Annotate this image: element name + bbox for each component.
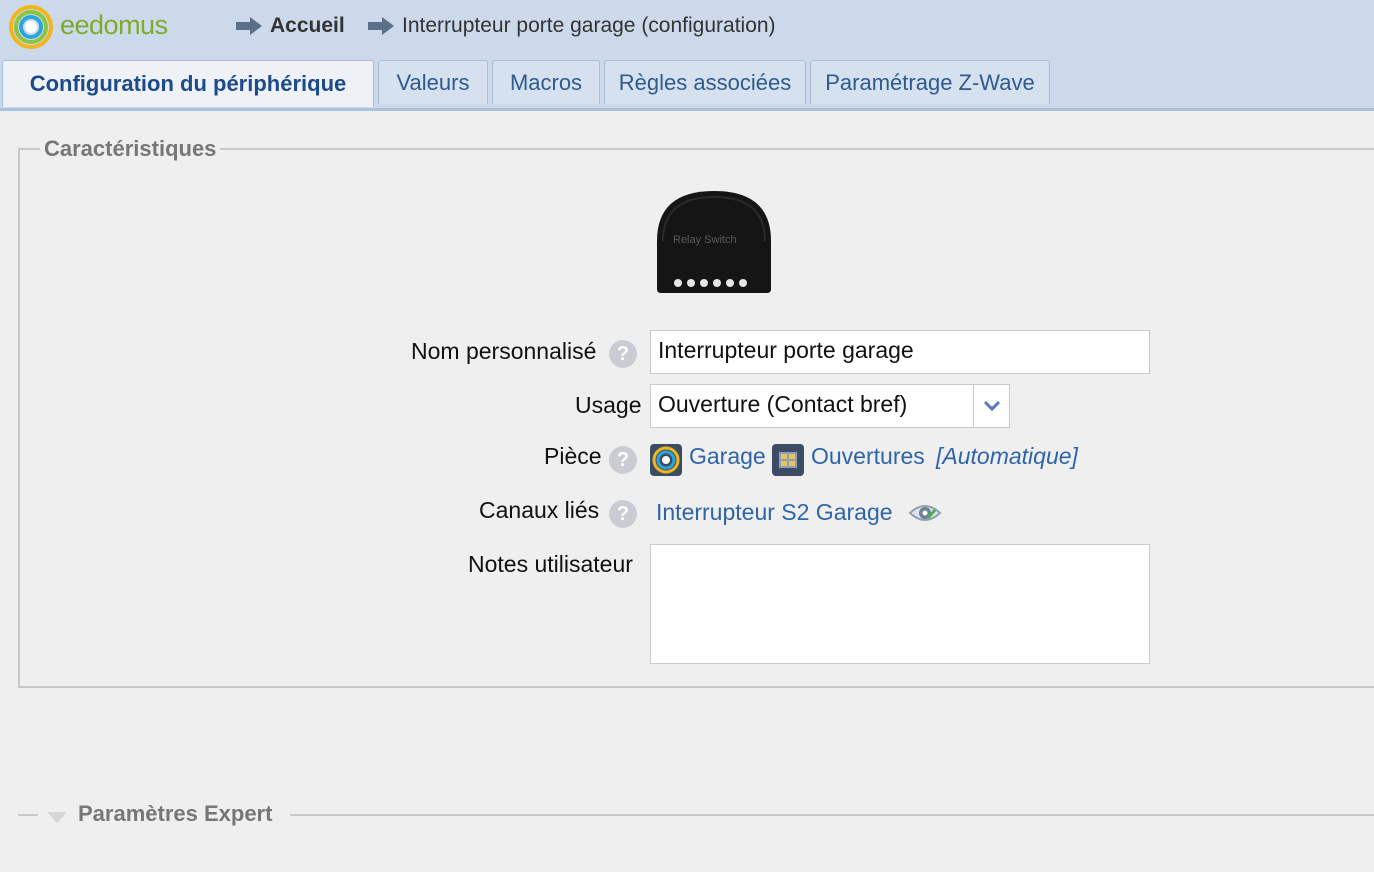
logo-text[interactable]: eedomus (60, 10, 168, 41)
chevron-down-icon[interactable] (46, 810, 68, 824)
nom-personnalise-label: Nom personnalisé (411, 338, 597, 364)
tab-regles-associees[interactable]: Règles associées (604, 60, 806, 104)
tab-configuration[interactable]: Configuration du périphérique (2, 60, 374, 107)
expert-divider (18, 814, 38, 816)
help-icon[interactable]: ? (609, 500, 637, 528)
usage-label: Usage (575, 392, 642, 418)
tab-parametrage-zwave[interactable]: Paramétrage Z-Wave (810, 60, 1050, 104)
breadcrumb-home[interactable]: Accueil (270, 14, 345, 38)
piece-mode: [Automatique] (936, 443, 1078, 469)
help-icon[interactable]: ? (609, 446, 637, 474)
device-label: Relay Switch (673, 234, 737, 246)
notes-utilisateur-textarea[interactable] (650, 544, 1150, 664)
eye-icon[interactable] (908, 500, 942, 526)
eedomus-logo-icon[interactable] (8, 4, 54, 50)
canaux-lies-label: Canaux liés (479, 497, 600, 523)
help-icon[interactable]: ? (609, 340, 637, 368)
parametres-expert-toggle[interactable]: Paramètres Expert (78, 801, 272, 827)
top-bar: eedomus Accueil Interrupteur porte garag… (0, 0, 1374, 57)
tab-valeurs[interactable]: Valeurs (378, 60, 488, 104)
breadcrumb-current-page: Interrupteur porte garage (configuration… (402, 14, 776, 37)
nom-personnalise-input[interactable]: Interrupteur porte garage (650, 330, 1150, 374)
notes-utilisateur-label: Notes utilisateur (468, 551, 633, 577)
caracteristiques-legend: Caractéristiques (44, 136, 217, 161)
canal-lie-link[interactable]: Interrupteur S2 Garage (656, 499, 893, 526)
window-icon (772, 444, 804, 476)
arrow-right-icon (236, 17, 262, 35)
piece-room-link[interactable]: Garage (689, 443, 766, 470)
device-image: Relay Switch (657, 191, 771, 293)
piece-category-link[interactable]: Ouvertures (811, 443, 925, 470)
tab-macros[interactable]: Macros (492, 60, 600, 104)
piece-label: Pièce (544, 443, 602, 469)
expert-divider (290, 814, 1374, 816)
chevron-down-icon[interactable] (973, 385, 1009, 427)
room-icon (650, 444, 682, 476)
tab-bar: Configuration du périphérique Valeurs Ma… (0, 56, 1374, 111)
usage-select[interactable]: Ouverture (Contact bref) (650, 384, 1010, 428)
arrow-right-icon (368, 17, 394, 35)
